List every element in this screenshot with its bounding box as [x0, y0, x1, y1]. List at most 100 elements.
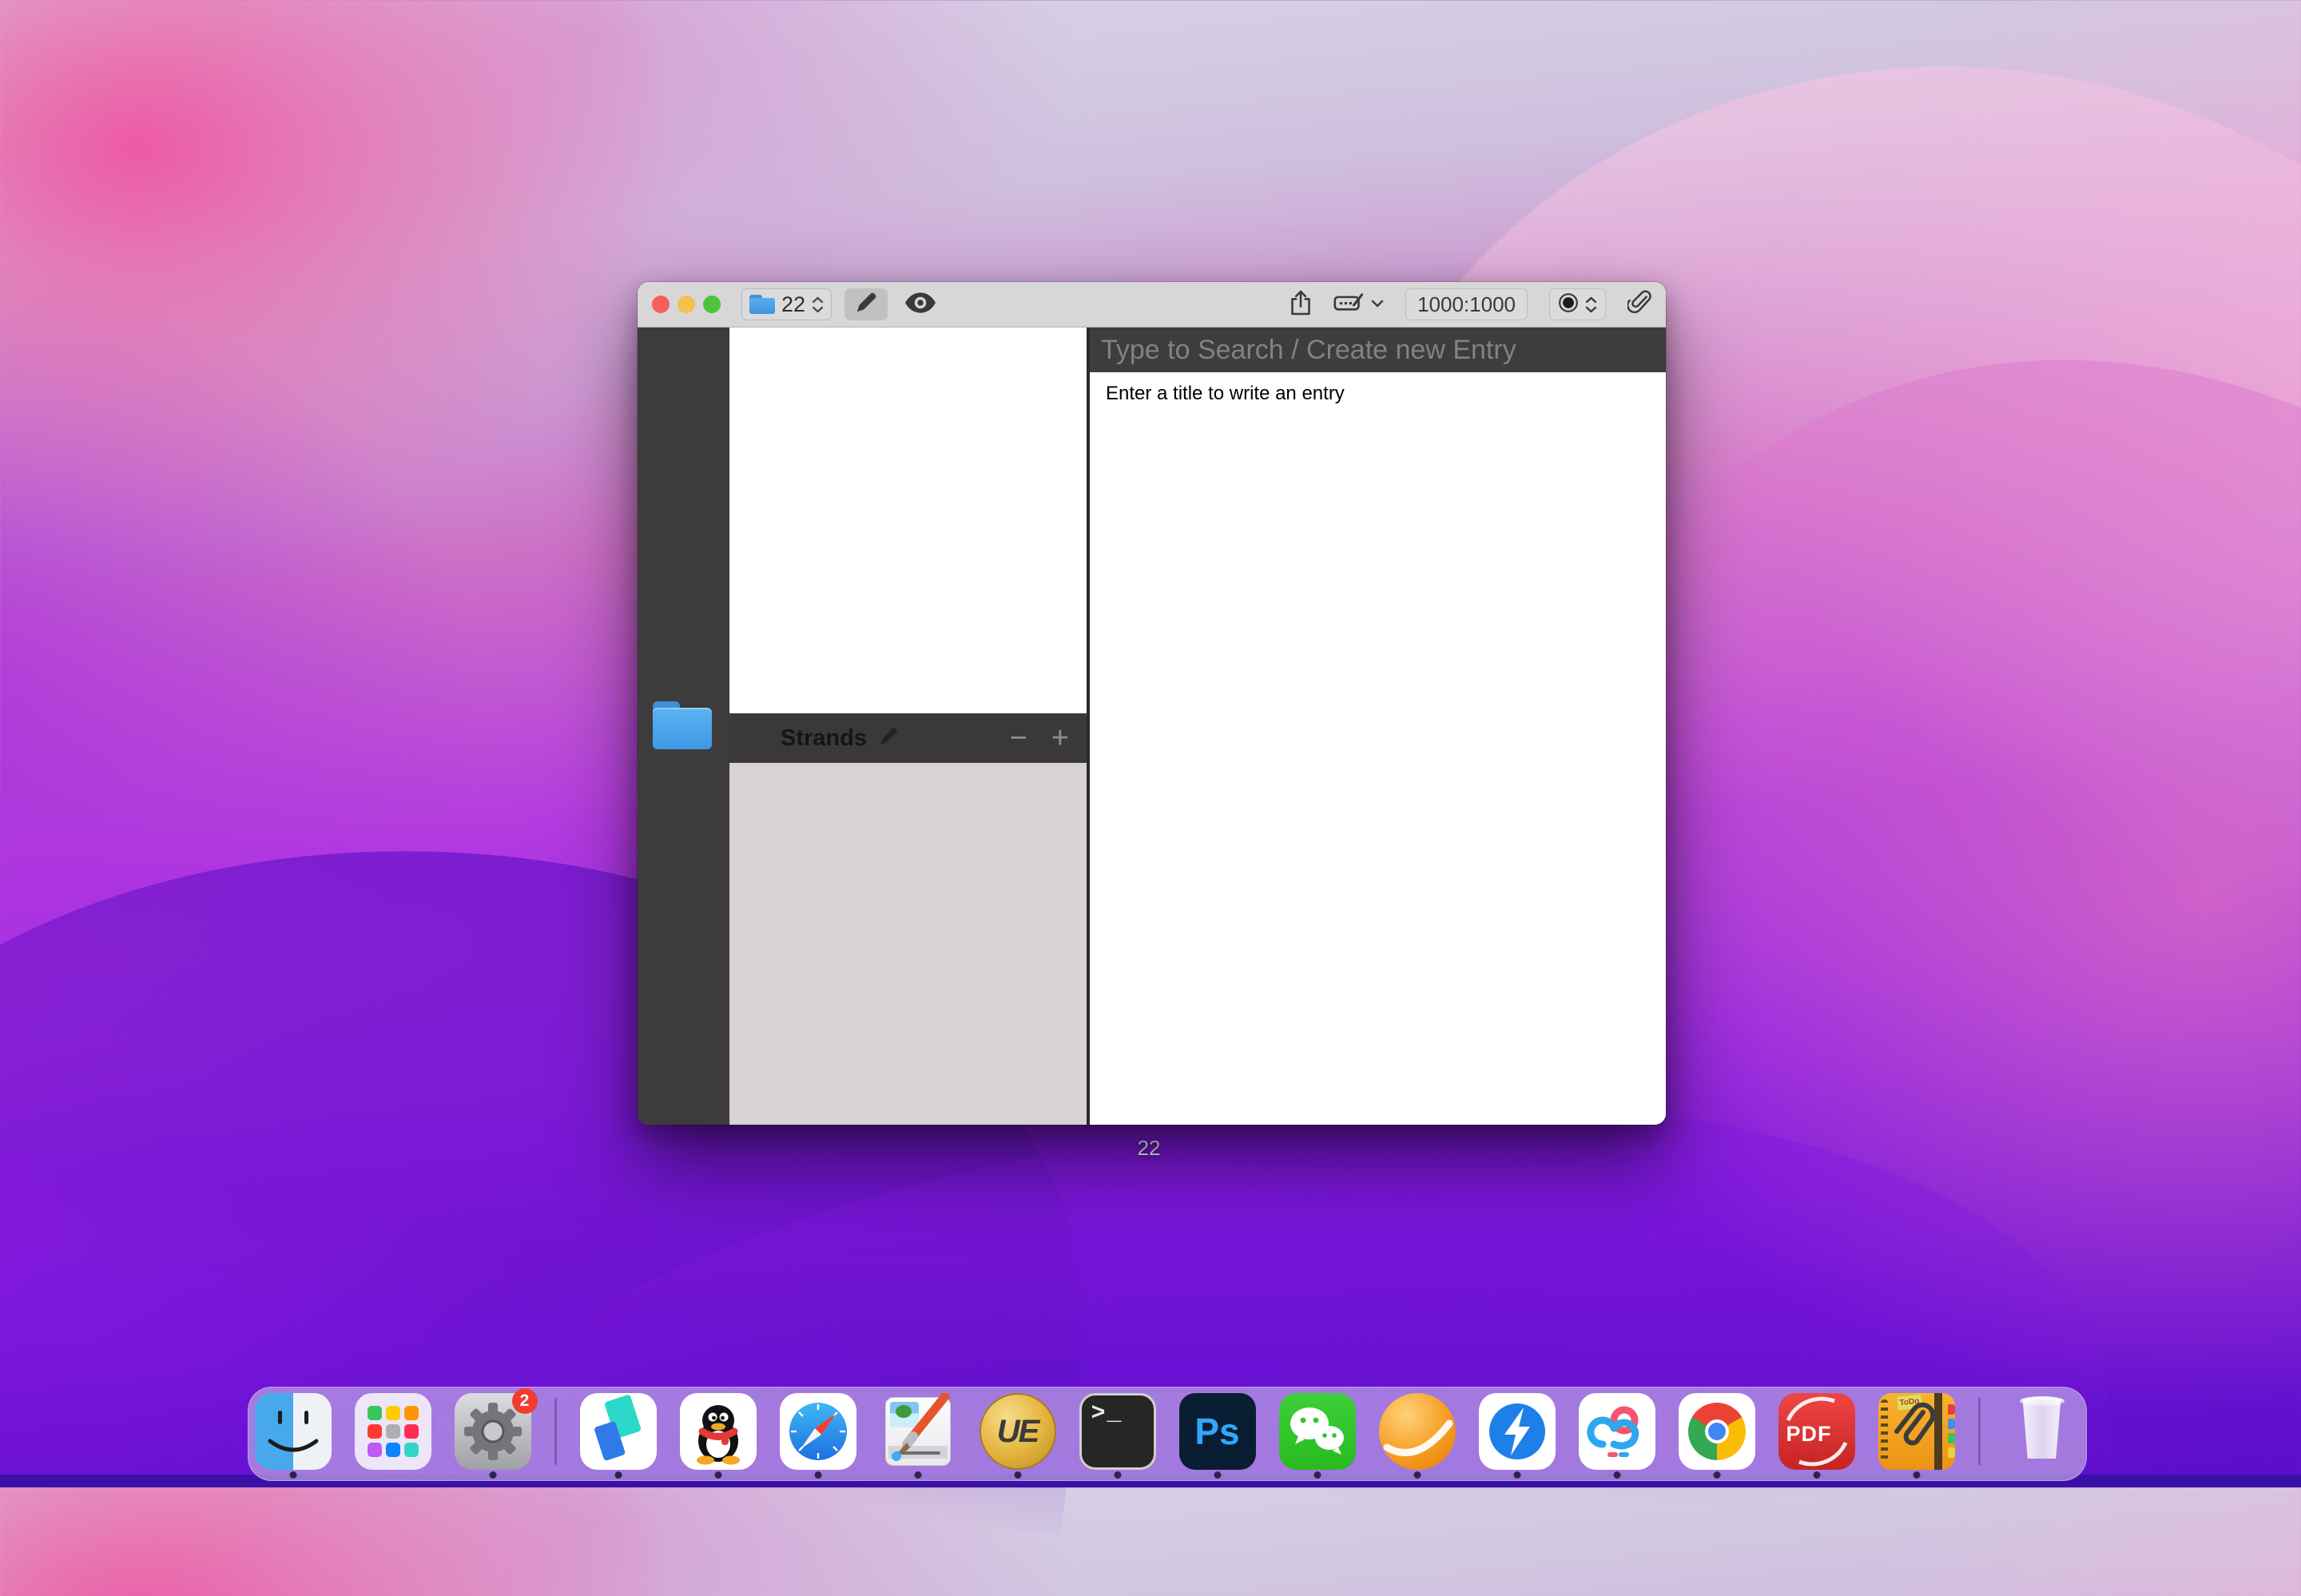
- dock-item-pdf-expert[interactable]: PDF: [1778, 1393, 1855, 1479]
- dock-item-finder[interactable]: [255, 1393, 332, 1479]
- dock-item-trash[interactable]: [2004, 1393, 2080, 1479]
- pencil-icon: [854, 291, 878, 319]
- up-down-chevrons-icon: [812, 296, 824, 313]
- chevron-down-icon: [1371, 297, 1384, 312]
- running-indicator: [914, 1471, 921, 1479]
- running-indicator: [1014, 1471, 1021, 1479]
- running-indicator: [489, 1471, 496, 1479]
- entry-editor[interactable]: Enter a title to write an entry: [1090, 372, 1666, 1125]
- diagram-app-icon: [580, 1393, 657, 1470]
- ultraedit-letters: UE: [997, 1414, 1039, 1450]
- edit-mode-button[interactable]: [844, 288, 888, 320]
- running-indicator: [1214, 1471, 1221, 1479]
- notebook-selector-value: 22: [781, 292, 805, 317]
- dock-item-wechat[interactable]: [1279, 1393, 1356, 1479]
- dock-item-thunder[interactable]: [1479, 1393, 1556, 1479]
- ultraedit-icon: UE: [980, 1393, 1056, 1470]
- search-input[interactable]: Type to Search / Create new Entry: [1090, 328, 1666, 372]
- lemon-cleaner-icon: [1379, 1393, 1456, 1470]
- running-indicator: [1913, 1471, 1920, 1479]
- attachment-button[interactable]: [1627, 290, 1651, 320]
- close-button[interactable]: [652, 296, 670, 313]
- dock-item-system-settings[interactable]: 2: [455, 1393, 531, 1479]
- dock-separator: [1978, 1398, 1981, 1465]
- dock-item-terminal[interactable]: >_: [1079, 1393, 1156, 1479]
- paperclip-icon: [1627, 305, 1651, 319]
- zoom-button[interactable]: [703, 296, 721, 313]
- minimize-button[interactable]: [678, 296, 695, 313]
- remove-strand-button[interactable]: −: [1010, 723, 1027, 753]
- ratio-field[interactable]: 1000:1000: [1405, 288, 1528, 320]
- running-indicator: [814, 1471, 821, 1479]
- folder-icon: [749, 295, 775, 314]
- ratio-value: 1000:1000: [1417, 292, 1516, 317]
- app-window: 22: [638, 282, 1666, 1125]
- top-panel[interactable]: [729, 328, 1087, 713]
- running-indicator: [1513, 1471, 1520, 1479]
- photoshop-icon: Ps: [1179, 1393, 1256, 1470]
- dock-item-ultraedit[interactable]: UE: [980, 1393, 1056, 1479]
- notebook-sidebar: [638, 328, 729, 1125]
- window-content: Strands − + Type to Search / Create new …: [638, 328, 1666, 1125]
- entry-column: Type to Search / Create new Entry Enter …: [1090, 328, 1666, 1125]
- thunder-lightning-icon: [1479, 1393, 1556, 1470]
- wechat-icon: [1279, 1393, 1356, 1470]
- safari-compass-icon: [780, 1393, 856, 1470]
- dock-item-safari[interactable]: [780, 1393, 856, 1479]
- dock-item-drive-paint[interactable]: [880, 1393, 956, 1479]
- dock-separator: [554, 1398, 557, 1465]
- pencil-icon: [878, 736, 899, 750]
- running-indicator: [1114, 1471, 1121, 1479]
- dock-item-processon[interactable]: [580, 1393, 657, 1479]
- chrome-icon: [1679, 1393, 1755, 1470]
- drive-paint-icon: [880, 1393, 956, 1470]
- finder-icon: [255, 1393, 332, 1470]
- editor-placeholder: Enter a title to write an entry: [1106, 383, 1345, 404]
- running-indicator: [289, 1471, 296, 1479]
- search-placeholder: Type to Search / Create new Entry: [1101, 335, 1516, 366]
- baidu-netdisk-icon: [1579, 1393, 1655, 1470]
- eye-icon: [905, 292, 936, 317]
- running-indicator: [1613, 1471, 1620, 1479]
- share-icon: [1290, 306, 1312, 320]
- notification-badge: 2: [512, 1388, 538, 1414]
- window-titlebar: 22: [638, 282, 1666, 328]
- terminal-prompt: >_: [1091, 1400, 1123, 1427]
- titlebar-right-controls: 1000:1000: [1290, 288, 1651, 320]
- qq-penguin-icon: [680, 1393, 757, 1470]
- dock-item-lemon-cleaner[interactable]: [1379, 1393, 1456, 1479]
- middle-column: Strands − +: [729, 328, 1087, 1125]
- dock-item-chrome[interactable]: [1679, 1393, 1755, 1479]
- dock-item-launchpad[interactable]: [355, 1393, 431, 1479]
- strands-header: Strands − +: [729, 713, 1087, 763]
- dock-item-baidu-netdisk[interactable]: [1579, 1393, 1655, 1479]
- dock-item-photoshop[interactable]: Ps: [1179, 1393, 1256, 1479]
- desktop-file-label[interactable]: 22: [1125, 1136, 1173, 1161]
- strands-actions: − +: [1010, 723, 1069, 753]
- strands-list-panel[interactable]: [729, 763, 1087, 1125]
- add-strand-button[interactable]: +: [1051, 723, 1069, 753]
- rename-strands-button[interactable]: [878, 726, 899, 751]
- launchpad-icon: [355, 1393, 431, 1470]
- rename-menu-button[interactable]: [1333, 292, 1384, 318]
- running-indicator: [1413, 1471, 1421, 1479]
- sidebar-folder-item[interactable]: [653, 701, 712, 749]
- wallpaper-ridge: [332, 1059, 2114, 1596]
- traffic-lights: [652, 296, 721, 313]
- fisheye-icon: [1558, 292, 1579, 317]
- notebook-selector-dropdown[interactable]: 22: [741, 288, 832, 320]
- fisheye-stepper[interactable]: [1549, 288, 1606, 320]
- dock-item-qq[interactable]: [680, 1393, 757, 1479]
- dock-item-journal[interactable]: ToDo: [1878, 1393, 1955, 1479]
- running-indicator: [1313, 1471, 1321, 1479]
- share-button[interactable]: [1290, 289, 1312, 320]
- trash-icon: [2004, 1393, 2080, 1470]
- running-indicator: [614, 1471, 622, 1479]
- running-indicator: [1813, 1471, 1820, 1479]
- preview-button[interactable]: [900, 288, 940, 320]
- pdf-letters: PDF: [1786, 1422, 1832, 1447]
- strands-title: Strands: [781, 725, 867, 752]
- rename-field-icon: [1333, 292, 1364, 318]
- up-down-chevrons-icon: [1585, 296, 1597, 313]
- terminal-icon: >_: [1079, 1393, 1156, 1470]
